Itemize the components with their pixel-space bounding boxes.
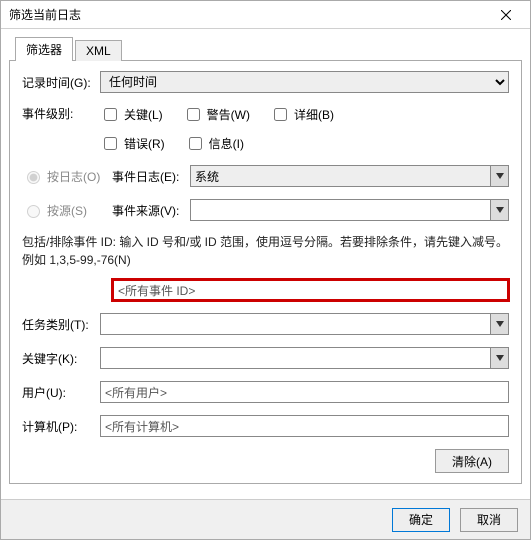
dialog-window: 筛选当前日志 筛选器 XML 记录时间(G): 任何时间 事件级别: 关键(L)… <box>0 0 531 540</box>
cb-critical-input[interactable] <box>104 108 117 121</box>
radio-bysource: 按源(S) <box>22 202 112 219</box>
computer-input[interactable] <box>100 415 509 437</box>
eventlog-dropdown-button[interactable] <box>490 166 508 186</box>
radio-bylog-input <box>27 171 40 184</box>
cb-critical[interactable]: 关键(L) <box>100 105 163 124</box>
ok-button[interactable]: 确定 <box>392 508 450 532</box>
logtime-label: 记录时间(G): <box>22 74 100 91</box>
radio-bylog: 按日志(O) <box>22 168 112 185</box>
eventsource-field[interactable] <box>190 199 509 221</box>
computer-label: 计算机(P): <box>22 418 100 435</box>
tab-filter[interactable]: 筛选器 <box>15 37 73 61</box>
close-icon <box>501 10 511 20</box>
keyword-label: 关键字(K): <box>22 350 100 367</box>
clear-button[interactable]: 清除(A) <box>435 449 509 473</box>
keyword-field[interactable] <box>100 347 509 369</box>
task-dropdown-button[interactable] <box>490 314 508 334</box>
task-label: 任务类别(T): <box>22 316 100 333</box>
dialog-footer: 确定 取消 <box>1 499 530 539</box>
cb-error[interactable]: 错误(R) <box>100 134 165 153</box>
cb-verbose[interactable]: 详细(B) <box>270 105 334 124</box>
user-input[interactable] <box>100 381 509 403</box>
cb-info[interactable]: 信息(I) <box>185 134 244 153</box>
eventlog-field[interactable] <box>190 165 509 187</box>
task-field[interactable] <box>100 313 509 335</box>
chevron-down-icon <box>496 355 504 361</box>
cb-info-input[interactable] <box>189 137 202 150</box>
eventlog-label: 事件日志(E): <box>112 168 190 185</box>
chevron-down-icon <box>496 321 504 327</box>
titlebar: 筛选当前日志 <box>1 1 530 29</box>
cb-warning[interactable]: 警告(W) <box>183 105 250 124</box>
tab-bar: 筛选器 XML <box>9 37 522 61</box>
radio-bysource-input <box>27 205 40 218</box>
cancel-button[interactable]: 取消 <box>460 508 518 532</box>
window-title: 筛选当前日志 <box>9 6 486 23</box>
keyword-dropdown-button[interactable] <box>490 348 508 368</box>
cb-verbose-input[interactable] <box>274 108 287 121</box>
cb-warning-input[interactable] <box>187 108 200 121</box>
user-label: 用户(U): <box>22 384 100 401</box>
close-button[interactable] <box>486 2 526 28</box>
logtime-select[interactable]: 任何时间 <box>100 71 509 93</box>
chevron-down-icon <box>496 207 504 213</box>
cb-error-input[interactable] <box>104 137 117 150</box>
filter-panel: 记录时间(G): 任何时间 事件级别: 关键(L) 警告(W) 详细(B) 错误… <box>9 61 522 484</box>
eventsource-label: 事件来源(V): <box>112 202 190 219</box>
eventid-input[interactable] <box>112 279 509 301</box>
chevron-down-icon <box>496 173 504 179</box>
level-label: 事件级别: <box>22 105 100 122</box>
eventsource-dropdown-button[interactable] <box>490 200 508 220</box>
tab-xml[interactable]: XML <box>75 40 122 61</box>
eventid-help: 包括/排除事件 ID: 输入 ID 号和/或 ID 范围，使用逗号分隔。若要排除… <box>22 233 509 269</box>
